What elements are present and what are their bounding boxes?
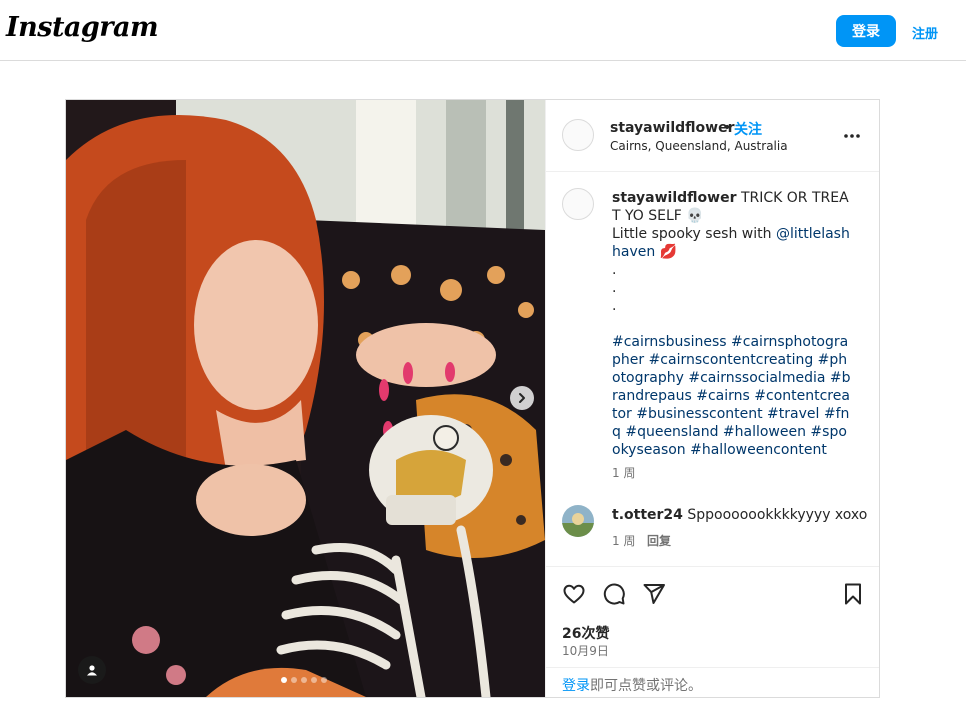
carousel-dot: [321, 677, 327, 683]
author-avatar[interactable]: [562, 119, 594, 151]
carousel-dot: [311, 677, 317, 683]
post-header: stayawildflower • 关注 Cairns, Queensland,…: [546, 100, 879, 172]
more-options-icon[interactable]: [842, 126, 862, 146]
follow-button[interactable]: 关注: [734, 119, 762, 139]
comments-section[interactable]: stayawildflower TRICK OR TREAT YO SELF 💀…: [546, 173, 879, 566]
caption-username[interactable]: stayawildflower: [612, 190, 737, 206]
user-tag-icon: [87, 665, 97, 676]
carousel-dot: [291, 677, 297, 683]
like-count[interactable]: 26次赞: [562, 623, 609, 643]
caption-line2-end: 💋: [655, 244, 678, 260]
comment-text: t.otter24 Sppooooookkkkyyyy xoxo: [612, 507, 867, 523]
signup-link[interactable]: 注册: [912, 23, 938, 42]
instagram-logo[interactable]: Instagram: [6, 12, 159, 43]
commenter-username[interactable]: t.otter24: [612, 507, 683, 523]
carousel-dot: [301, 677, 307, 683]
comment-body: Sppooooookkkkyyyy xoxo: [682, 507, 868, 523]
paper-plane-icon[interactable]: [642, 582, 666, 606]
heart-icon[interactable]: [562, 582, 586, 606]
login-button[interactable]: 登录: [836, 15, 896, 47]
post-location[interactable]: Cairns, Queensland, Australia: [610, 139, 788, 153]
post-photo[interactable]: [66, 100, 545, 697]
caption-hashtags[interactable]: #cairnsbusiness #cairnsphotographer #cai…: [612, 334, 851, 458]
post-actions: 26次赞 10月9日 登录即可点赞或评论。: [546, 566, 879, 697]
carousel-dot: [281, 677, 287, 683]
next-slide-button[interactable]: [510, 386, 534, 410]
post-date[interactable]: 10月9日: [562, 642, 609, 659]
author-username[interactable]: stayawildflower: [610, 120, 735, 136]
caption-dots: . . .: [612, 262, 617, 314]
comment-bubble-icon[interactable]: [602, 582, 626, 606]
user-tag-button[interactable]: [78, 656, 106, 684]
post-side-panel: stayawildflower • 关注 Cairns, Queensland,…: [545, 100, 879, 697]
caption-avatar[interactable]: [562, 188, 594, 220]
login-prompt-text: 即可点赞或评论。: [590, 678, 702, 694]
caption-timestamp[interactable]: 1 周: [612, 464, 635, 481]
post-card: stayawildflower • 关注 Cairns, Queensland,…: [65, 99, 880, 698]
comment-timestamp[interactable]: 1 周: [612, 532, 635, 549]
login-prompt-link[interactable]: 登录: [562, 678, 590, 694]
photo-illustration: [66, 100, 545, 697]
separator-dot: •: [723, 120, 732, 136]
caption-line2: Little spooky sesh with: [612, 226, 776, 242]
commenter-avatar[interactable]: [562, 505, 594, 537]
top-bar: Instagram 登录 注册: [0, 0, 966, 61]
post-caption: stayawildflower TRICK OR TREAT YO SELF 💀…: [612, 189, 852, 459]
chevron-right-icon: [519, 393, 525, 403]
commenter-avatar-image: [562, 505, 594, 537]
login-prompt: 登录即可点赞或评论。: [546, 667, 879, 697]
carousel-indicator: [281, 677, 327, 683]
reply-button[interactable]: 回复: [647, 532, 671, 549]
bookmark-icon[interactable]: [841, 582, 865, 606]
